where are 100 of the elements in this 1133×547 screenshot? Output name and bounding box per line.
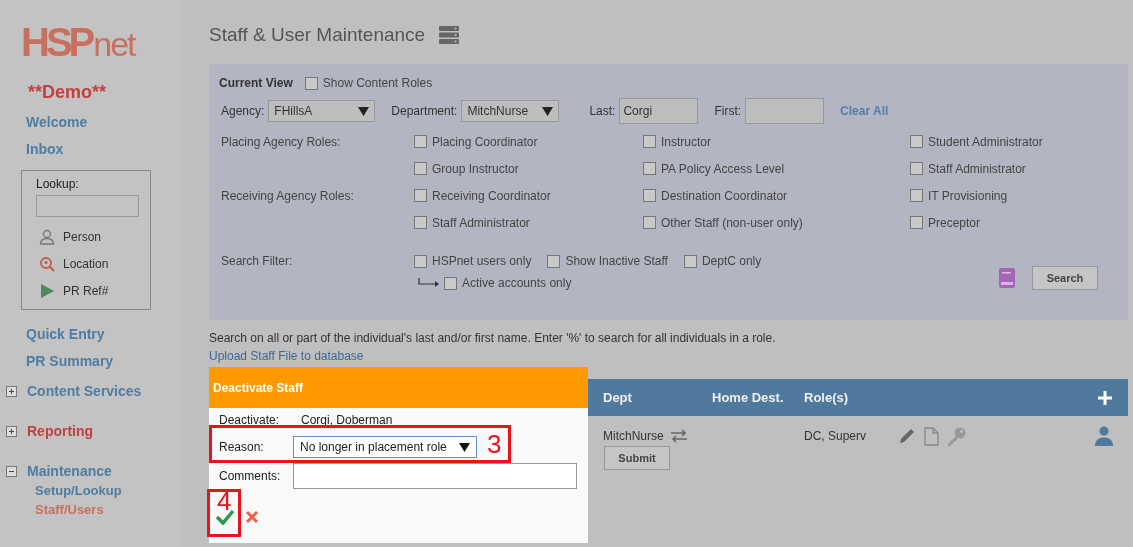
checkbox-label: Preceptor [928,215,981,230]
checkbox[interactable] [643,162,656,175]
lookup-link[interactable]: PR Ref# [63,283,109,298]
table-cell: DC, Superv [804,429,867,443]
checkbox-label: DeptC only [701,254,762,268]
plus-icon [1098,390,1112,405]
field-label: Reason: [219,440,265,454]
checkbox-label: HSPnet users only [432,254,532,268]
checkbox-label: Student Administrator [928,134,1043,149]
logo: HSPnet [21,20,135,65]
checkbox-label: Placing Coordinator [432,134,538,149]
check-icon [215,509,235,525]
nav-sublink[interactable]: Setup/Lookup [35,483,122,498]
group-label: Placing Agency Roles: [221,134,342,149]
location-search-icon [39,255,55,272]
nav-link[interactable]: Inbox [26,141,64,157]
reason-select[interactable]: No longer in placement role [293,436,477,458]
field-label: Comments: [219,469,282,483]
field-label: Deactivate: [219,413,281,427]
column-header: Role(s) [804,390,850,405]
key-icon [947,426,968,446]
checkbox-label: Active accounts only [462,276,572,290]
person-icon [39,228,55,245]
checkbox-label: Show Content Roles [322,76,433,90]
caret-icon [358,106,370,116]
caret-icon [459,442,470,452]
arrow-icon [418,278,440,288]
checkbox-label: Destination Coordinator [661,188,788,203]
checkbox-label: Show Inactive Staff [565,254,668,268]
checkbox[interactable] [547,254,561,268]
lookup-link[interactable]: Person [63,229,102,244]
field-label: First: [714,104,742,118]
field-label: Agency: [221,104,265,118]
comments-field[interactable] [293,463,577,489]
document-icon [924,426,940,446]
column-header: Dept [603,390,633,405]
checkbox-label: PA Policy Access Level [661,161,785,176]
upload-link[interactable]: Upload Staff File to database [209,349,364,363]
checkbox[interactable] [444,276,457,290]
checkbox[interactable] [414,216,427,229]
page-title: Staff & User Maintenance [209,24,426,46]
checkbox-label: Group Instructor [432,161,519,176]
checkbox[interactable] [304,76,318,90]
callout-number: 3 [487,430,502,458]
group-label: Search Filter: [221,254,294,268]
lookup-field[interactable] [36,195,139,217]
clear-all-link[interactable]: Clear All [840,104,889,118]
group-label: Receiving Agency Roles: [221,188,355,203]
checkbox[interactable] [414,162,427,175]
nav-section[interactable]: Reporting [27,423,94,439]
checkbox-label: Staff Administrator [432,215,530,230]
nav-section[interactable]: Content Services [27,383,142,399]
expand-icon[interactable] [6,425,17,437]
nav-link[interactable]: Quick Entry [26,326,105,342]
column-header: Home Dest. [712,390,785,405]
checkbox-label: Staff Administrator [928,161,1026,176]
checkbox[interactable] [414,135,427,148]
demo-label: **Demo** [28,82,107,103]
callout-number: 4 [217,489,232,513]
table-cell: MitchNurse [603,429,664,443]
cancel-button[interactable] [243,508,261,526]
checkbox[interactable] [910,162,923,175]
play-icon [39,282,55,299]
person-icon [1095,426,1113,446]
lookup-link[interactable]: Location [63,256,109,271]
nav-section[interactable]: Maintenance [27,463,112,479]
checkbox[interactable] [643,135,656,148]
checkbox[interactable] [683,254,697,268]
book-icon [998,267,1016,288]
department-select[interactable]: MitchNurse [461,100,560,122]
last-name-field[interactable]: Corgi [619,98,699,124]
nav-link[interactable]: PR Summary [26,353,114,369]
lookup-label: Lookup: [36,177,80,191]
checkbox[interactable] [643,216,656,229]
field-label: Last: [589,104,616,118]
field-label: Department: [391,104,458,118]
collapse-icon[interactable] [6,465,17,477]
expand-icon[interactable] [6,385,17,397]
caret-icon [542,106,554,116]
submit-button[interactable]: Submit [604,446,670,470]
nav-sublink[interactable]: Staff/Users [35,502,104,517]
search-button[interactable]: Search [1032,265,1098,290]
checkbox-label: Other Staff (non-user only) [661,215,803,230]
close-icon [245,510,259,524]
checkbox[interactable] [910,216,923,229]
checkbox-label: IT Provisioning [928,188,1008,203]
swap-icon [669,429,688,443]
checkbox[interactable] [910,189,923,202]
checkbox[interactable] [414,189,427,202]
agency-select[interactable]: FHillsA [268,100,376,122]
dialog-title: Deactivate Staff [209,367,588,408]
checkbox-label: Receiving Coordinator [432,188,551,203]
nav-link[interactable]: Welcome [26,114,88,130]
checkbox[interactable] [643,189,656,202]
first-name-field[interactable] [745,98,825,124]
server-icon [439,26,460,44]
checkbox[interactable] [910,135,923,148]
checkbox[interactable] [414,254,427,268]
callout-box [207,489,241,537]
section-label: Current View [219,76,293,90]
